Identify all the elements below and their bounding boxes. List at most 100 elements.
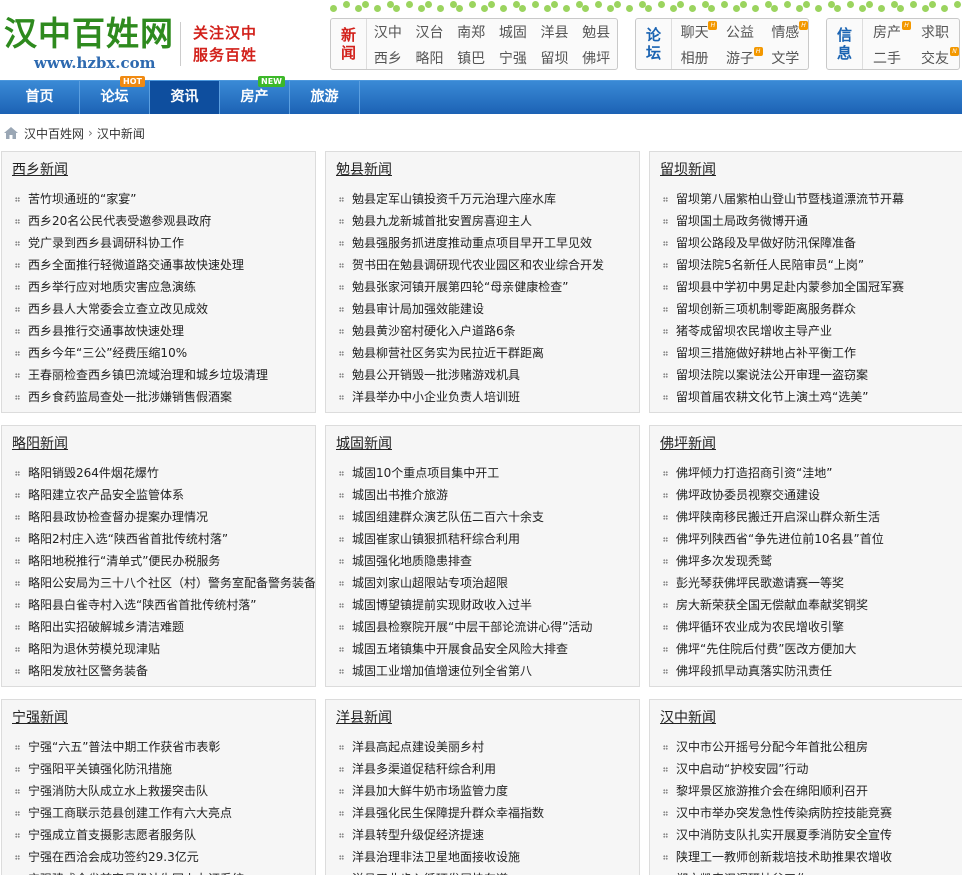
- quick-info-link[interactable]: 交友 N: [911, 46, 959, 72]
- news-link[interactable]: 城固强化地质隐患排查: [352, 554, 472, 568]
- nav-item-forum[interactable]: 论坛 HOT: [80, 76, 150, 114]
- nav-item-travel[interactable]: 旅游: [290, 81, 360, 114]
- news-link[interactable]: 留坝公路段及早做好防汛保障准备: [676, 236, 856, 250]
- news-link[interactable]: 勉县九龙新城首批安置房喜迎主人: [352, 214, 532, 228]
- news-link[interactable]: 略阳县政协检查督办提案办理情况: [28, 510, 208, 524]
- site-logo[interactable]: 汉中百姓网 www.hzbx.com: [4, 14, 174, 76]
- quick-forum-link[interactable]: 聊天 H: [672, 20, 718, 46]
- news-link[interactable]: 佛坪段抓早动真落实防汛责任: [676, 664, 832, 678]
- quick-news-link[interactable]: 留坝: [534, 46, 576, 72]
- nav-item-news[interactable]: 资讯: [150, 81, 220, 114]
- news-link[interactable]: 略阳发放社区警务装备: [28, 664, 148, 678]
- news-link[interactable]: 汉中启动“护校安园”行动: [676, 762, 808, 776]
- news-link[interactable]: 洋县多渠道促秸秆综合利用: [352, 762, 496, 776]
- news-link[interactable]: 勉县张家河镇开展第四轮“母亲健康检查”: [352, 280, 568, 294]
- quick-forum-link[interactable]: 公益: [717, 20, 762, 46]
- news-link[interactable]: 勉县强服务抓进度推动重点项目早开工早见效: [352, 236, 592, 250]
- news-link[interactable]: 留坝首届农耕文化节上演土鸡“选美”: [676, 390, 868, 404]
- news-link[interactable]: 陕理工一教师创新栽培技术助推果农增收: [676, 850, 892, 864]
- news-link[interactable]: 西乡举行应对地质灾害应急演练: [28, 280, 196, 294]
- news-link[interactable]: 佛坪多次发现秃鹫: [676, 554, 772, 568]
- nav-item-house[interactable]: 房产 NEW: [220, 76, 290, 114]
- news-link[interactable]: 留坝三措施做好耕地占补平衡工作: [676, 346, 856, 360]
- news-link[interactable]: 汉中消防支队扎实开展夏季消防安全宣传: [676, 828, 892, 842]
- news-link[interactable]: 勉县公开销毁一批涉赌游戏机具: [352, 368, 520, 382]
- nav-item-home[interactable]: 首页: [0, 81, 80, 114]
- quick-forum-link[interactable]: 游子 H: [717, 46, 763, 72]
- news-link[interactable]: 西乡全面推行轻微道路交通事故快速处理: [28, 258, 244, 272]
- news-link[interactable]: 佛坪陕南移民搬迁开启深山群众新生活: [676, 510, 880, 524]
- quick-news-link[interactable]: 镇巴: [450, 46, 492, 72]
- panel-title[interactable]: 宁强新闻: [2, 700, 315, 736]
- news-link[interactable]: 留坝县中学初中男足赴内蒙参加全国冠军赛: [676, 280, 904, 294]
- news-link[interactable]: 黎坪景区旅游推介会在绵阳顺利召开: [676, 784, 868, 798]
- panel-title[interactable]: 留坝新闻: [650, 152, 962, 188]
- news-link[interactable]: 苦竹坝通班的“家宴”: [28, 192, 136, 206]
- news-link[interactable]: 城固县检察院开展“中层干部论流讲心得”活动: [352, 620, 592, 634]
- news-link[interactable]: 汉中市举办突发急性传染病防控技能竞赛: [676, 806, 892, 820]
- news-link[interactable]: 勉县黄沙窑村硬化入户道路6条: [352, 324, 516, 338]
- news-link[interactable]: 略阳县白雀寺村入选“陕西省首批传统村落”: [28, 598, 256, 612]
- news-link[interactable]: 彭光琴获佛坪民歌邀请赛一等奖: [676, 576, 844, 590]
- quick-news-link[interactable]: 汉中: [367, 20, 409, 46]
- quick-forum-link[interactable]: 情感 H: [763, 20, 808, 46]
- quick-news-link[interactable]: 南郑: [450, 20, 492, 46]
- news-link[interactable]: 佛坪倾力打造招商引资“洼地”: [676, 466, 832, 480]
- news-link[interactable]: 宁强阳平关镇强化防汛措施: [28, 762, 172, 776]
- panel-title[interactable]: 汉中新闻: [650, 700, 962, 736]
- panel-title[interactable]: 城固新闻: [326, 426, 639, 462]
- quick-news-link[interactable]: 汉台: [409, 20, 451, 46]
- news-link[interactable]: 留坝法院以案说法公开审理一盗窃案: [676, 368, 868, 382]
- quick-info-link[interactable]: 求职: [911, 20, 959, 46]
- news-link[interactable]: 城固崔家山镇狠抓秸秆综合利用: [352, 532, 520, 546]
- news-link[interactable]: 房大新荣获全国无偿献血奉献奖铜奖: [676, 598, 868, 612]
- quick-news-link[interactable]: 勉县: [575, 20, 617, 46]
- news-link[interactable]: 西乡今年“三公”经费压缩10%: [28, 346, 187, 360]
- quick-news-link[interactable]: 城固: [492, 20, 534, 46]
- panel-title[interactable]: 勉县新闻: [326, 152, 639, 188]
- panel-title[interactable]: 西乡新闻: [2, 152, 315, 188]
- news-link[interactable]: 略阳2村庄入选“陕西省首批传统村落”: [28, 532, 228, 546]
- quick-forum-link[interactable]: 文学: [763, 46, 808, 72]
- news-link[interactable]: 西乡县人大常委会立查立改见成效: [28, 302, 208, 316]
- quick-news-link[interactable]: 略阳: [409, 46, 451, 72]
- news-link[interactable]: 西乡20名公民代表受邀参观县政府: [28, 214, 211, 228]
- breadcrumb-home[interactable]: 汉中百姓网: [24, 125, 84, 142]
- quick-forum-link[interactable]: 相册: [672, 46, 717, 72]
- news-link[interactable]: 猪苓成留坝农民增收主导产业: [676, 324, 832, 338]
- news-link[interactable]: 略阳为退休劳模兑现津贴: [28, 642, 160, 656]
- news-link[interactable]: 洋县加大鲜牛奶市场监管力度: [352, 784, 508, 798]
- news-link[interactable]: 城固组建群众演艺队伍二百六十余支: [352, 510, 544, 524]
- news-link[interactable]: 略阳地税推行“清单式”便民办税服务: [28, 554, 220, 568]
- news-link[interactable]: 洋县举办中小企业负责人培训班: [352, 390, 520, 404]
- news-link[interactable]: 贺书田在勉县调研现代农业园区和农业综合开发: [352, 258, 604, 272]
- panel-title[interactable]: 洋县新闻: [326, 700, 639, 736]
- news-link[interactable]: 留坝国土局政务微博开通: [676, 214, 808, 228]
- news-link[interactable]: 洋县强化民生保障提升群众幸福指数: [352, 806, 544, 820]
- news-link[interactable]: 西乡县推行交通事故快速处理: [28, 324, 184, 338]
- news-link[interactable]: 宁强工商联示范县创建工作有六大亮点: [28, 806, 232, 820]
- news-link[interactable]: 洋县高起点建设美丽乡村: [352, 740, 484, 754]
- news-link[interactable]: 洋县转型升级促经济提速: [352, 828, 484, 842]
- news-link[interactable]: 略阳销毁264件烟花爆竹: [28, 466, 159, 480]
- news-link[interactable]: 党广录到西乡县调研科协工作: [28, 236, 184, 250]
- quick-info-link[interactable]: 二手: [863, 46, 911, 72]
- quick-news-link[interactable]: 洋县: [534, 20, 576, 46]
- news-link[interactable]: 勉县定军山镇投资千万元治理六座水库: [352, 192, 556, 206]
- news-link[interactable]: 留坝创新三项机制零距离服务群众: [676, 302, 856, 316]
- news-link[interactable]: 城固工业增加值增速位列全省第八: [352, 664, 532, 678]
- news-link[interactable]: 佛坪循环农业成为农民增收引擎: [676, 620, 844, 634]
- news-link[interactable]: 王春丽检查西乡镇巴流域治理和城乡垃圾清理: [28, 368, 268, 382]
- news-link[interactable]: 城固出书推介旅游: [352, 488, 448, 502]
- quick-news-link[interactable]: 佛坪: [575, 46, 617, 72]
- news-link[interactable]: 城固博望镇提前实现财政收入过半: [352, 598, 532, 612]
- news-link[interactable]: 留坝法院5名新任人民陪审员“上岗”: [676, 258, 864, 272]
- news-link[interactable]: 宁强“六五”普法中期工作获省市表彰: [28, 740, 220, 754]
- news-link[interactable]: 城固刘家山超限站专项治超限: [352, 576, 508, 590]
- news-link[interactable]: 宁强成立首支摄影志愿者服务队: [28, 828, 196, 842]
- news-link[interactable]: 佛坪“先住院后付费”医改方便加大: [676, 642, 856, 656]
- panel-title[interactable]: 佛坪新闻: [650, 426, 962, 462]
- news-link[interactable]: 留坝第八届紫柏山登山节暨栈道漂流节开幕: [676, 192, 904, 206]
- news-link[interactable]: 宁强在西洽会成功签约29.3亿元: [28, 850, 199, 864]
- panel-title[interactable]: 略阳新闻: [2, 426, 315, 462]
